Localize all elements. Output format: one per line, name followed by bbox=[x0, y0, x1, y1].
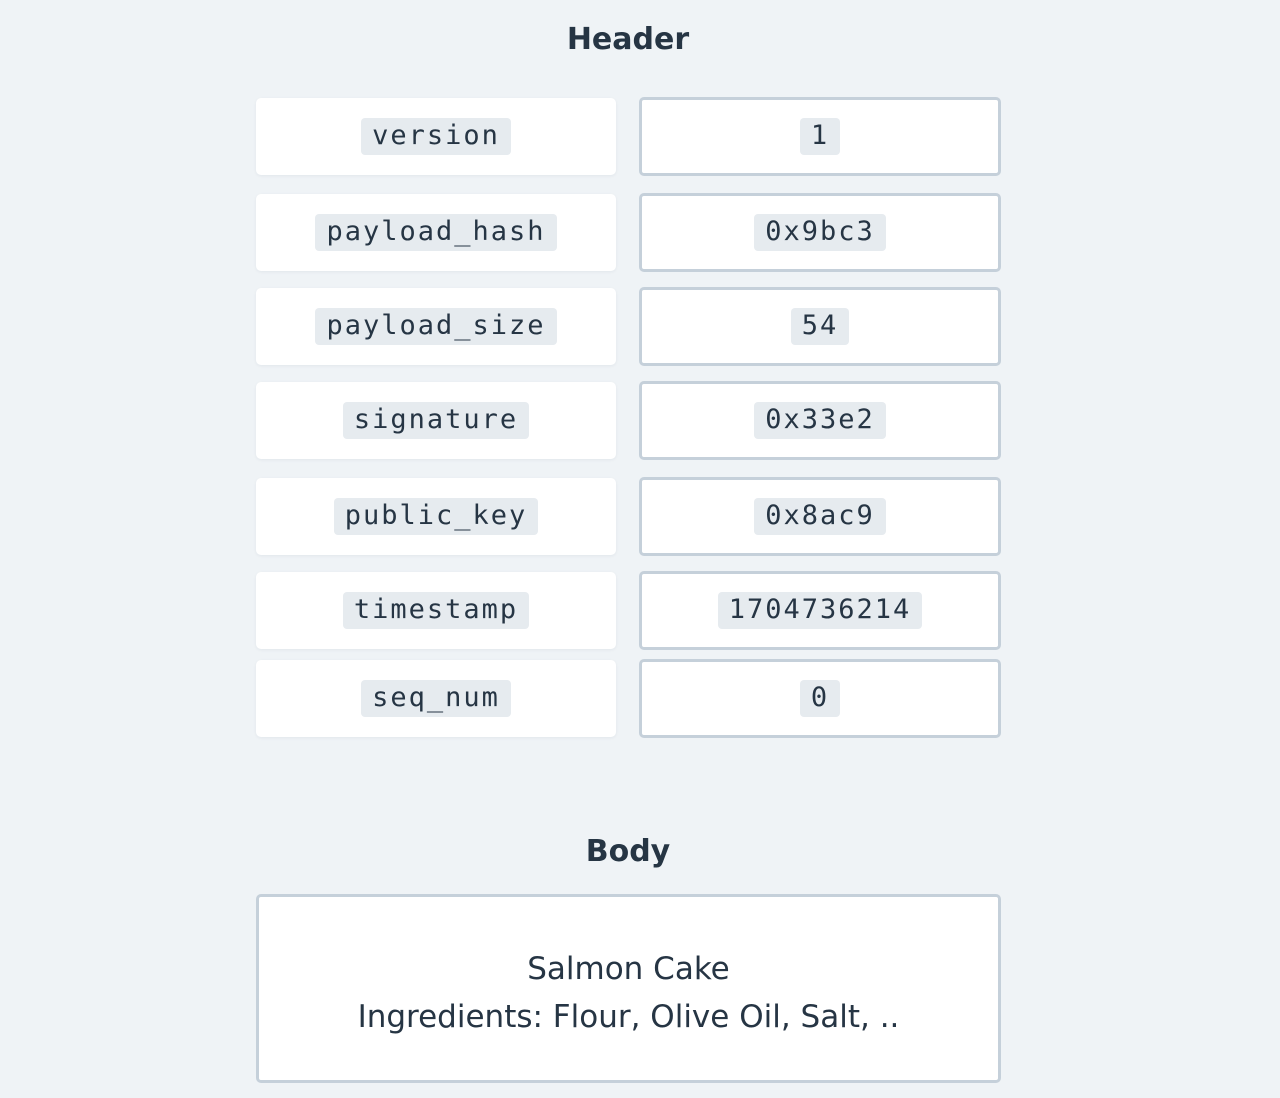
field-value: 0x8ac9 bbox=[754, 498, 886, 535]
field-value: 0 bbox=[799, 680, 841, 717]
field-key-cell-seq-num: seq_num bbox=[256, 660, 616, 737]
field-value-cell-timestamp: 1704736214 bbox=[639, 571, 1001, 650]
field-value-cell-seq-num: 0 bbox=[639, 659, 1001, 738]
field-value-cell-public-key: 0x8ac9 bbox=[639, 477, 1001, 556]
field-key-cell-signature: signature bbox=[256, 382, 616, 459]
field-value: 1704736214 bbox=[717, 592, 923, 629]
field-value-cell-version: 1 bbox=[639, 97, 1001, 176]
field-key: public_key bbox=[333, 498, 539, 535]
field-value: 0x33e2 bbox=[754, 402, 886, 439]
field-key: seq_num bbox=[361, 680, 511, 717]
field-key-cell-payload-size: payload_size bbox=[256, 288, 616, 365]
field-key: payload_hash bbox=[315, 214, 557, 251]
field-key-cell-payload-hash: payload_hash bbox=[256, 194, 616, 271]
field-value-cell-payload-hash: 0x9bc3 bbox=[639, 193, 1001, 272]
body-item-name: Salmon Cake bbox=[527, 950, 730, 987]
body-content-box: Salmon Cake Ingredients: Flour, Olive Oi… bbox=[256, 894, 1001, 1083]
field-value: 54 bbox=[790, 308, 850, 345]
body-item-ingredients: Ingredients: Flour, Olive Oil, Salt, .. bbox=[357, 998, 900, 1035]
field-key-cell-timestamp: timestamp bbox=[256, 572, 616, 649]
field-key: signature bbox=[342, 402, 530, 439]
field-value-cell-signature: 0x33e2 bbox=[639, 381, 1001, 460]
field-value: 0x9bc3 bbox=[754, 214, 886, 251]
field-key-cell-public-key: public_key bbox=[256, 478, 616, 555]
field-key: version bbox=[361, 118, 511, 155]
field-value-cell-payload-size: 54 bbox=[639, 287, 1001, 366]
field-key-cell-version: version bbox=[256, 98, 616, 175]
field-value: 1 bbox=[799, 118, 841, 155]
field-key: timestamp bbox=[342, 592, 530, 629]
header-fields-table: version 1 payload_hash 0x9bc3 payload_si… bbox=[0, 0, 1280, 760]
body-section-title: Body bbox=[585, 834, 671, 869]
field-key: payload_size bbox=[315, 308, 557, 345]
